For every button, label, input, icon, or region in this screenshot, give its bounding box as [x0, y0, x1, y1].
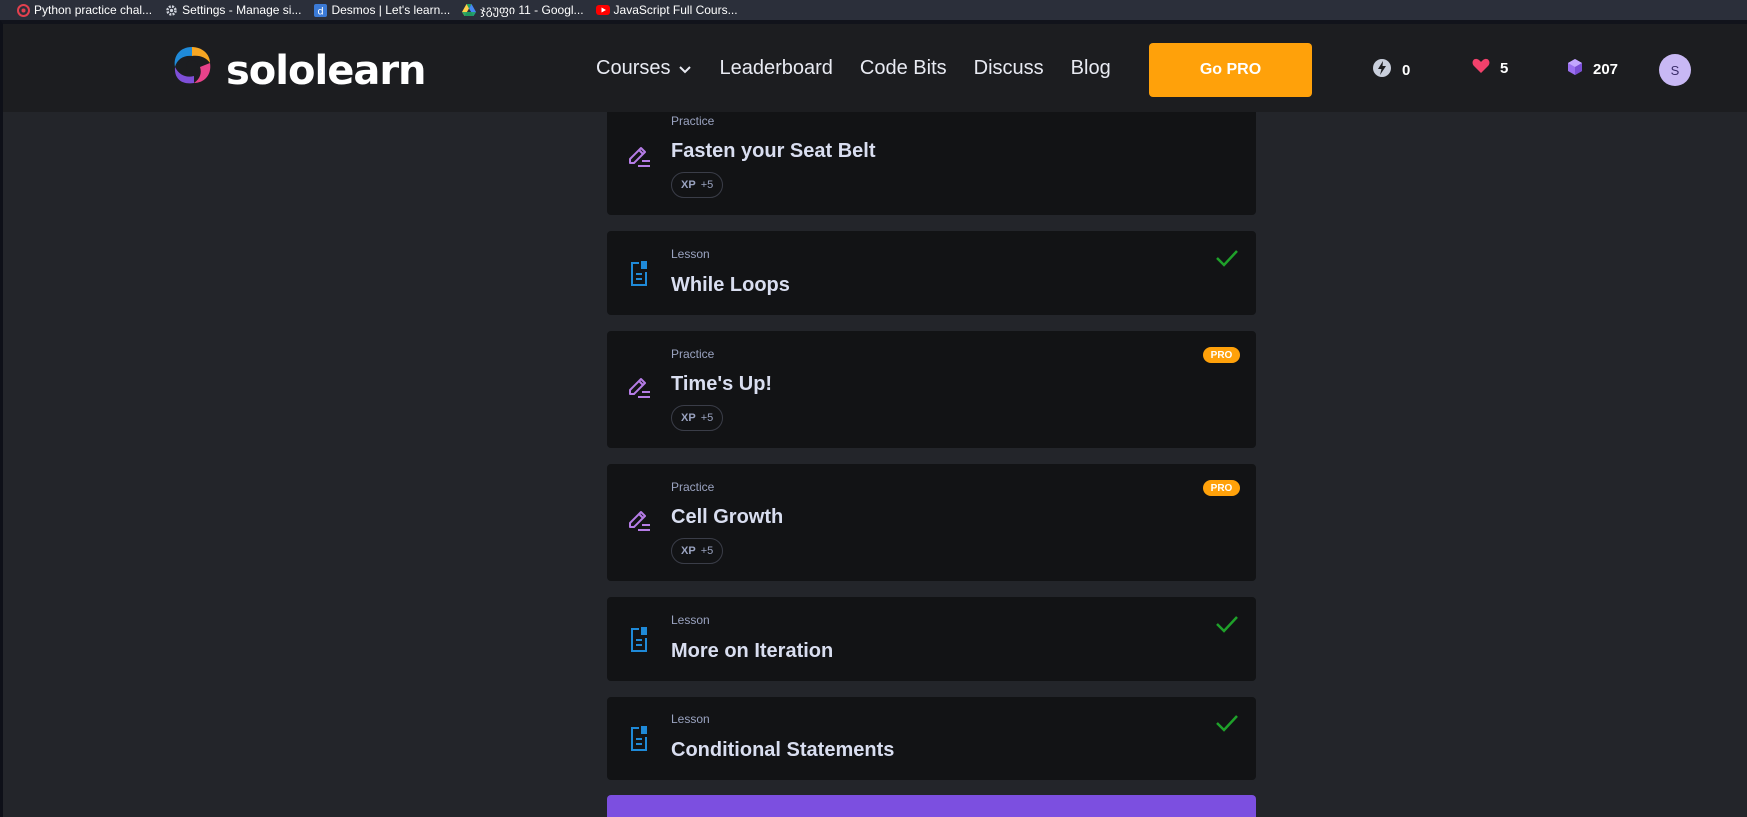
card-type-label: Lesson [671, 613, 710, 627]
hearts-counter[interactable]: 5 [1472, 58, 1508, 78]
xp-value: +5 [700, 179, 714, 191]
card-type-label: Practice [671, 480, 715, 494]
user-avatar[interactable]: S [1659, 54, 1691, 86]
xp-value: +5 [700, 545, 714, 557]
bookmark-settings[interactable]: Settings - Manage si... [164, 3, 301, 17]
practice-pencil-icon [626, 375, 652, 406]
svg-text:d: d [317, 6, 323, 17]
next-module-button[interactable] [607, 795, 1256, 817]
card-type-label: Practice [671, 347, 715, 361]
hearts-count: 5 [1500, 59, 1509, 77]
xp-badge: XP +5 [671, 172, 724, 198]
list-item-practice-fasten-seat-belt[interactable]: Practice Fasten your Seat Belt XP +5 [607, 100, 1256, 215]
lesson-document-icon [626, 259, 652, 292]
xp-label: XP [681, 545, 696, 557]
google-drive-icon [462, 3, 477, 17]
pro-badge: PRO [1203, 480, 1240, 496]
go-pro-button[interactable]: Go PRO [1149, 43, 1312, 97]
xp-value: +5 [700, 412, 714, 424]
nav-code-bits[interactable]: Code Bits [860, 57, 947, 80]
bookmark-desmos[interactable]: d Desmos | Let's learn... [313, 3, 450, 17]
bits-count: 207 [1593, 60, 1619, 78]
bookmarks-bar: Python practice chal... Settings - Manag… [0, 0, 1747, 20]
bookmark-label: JavaScript Full Cours... [613, 3, 738, 17]
card-title: More on Iteration [671, 640, 834, 662]
bookmark-google-drive[interactable]: ჯგუფი 11 - Googl... [462, 3, 584, 17]
list-item-lesson-conditional-statements[interactable]: Lesson Conditional Statements [607, 697, 1256, 780]
card-title: Time's Up! [671, 373, 773, 395]
card-title: Fasten your Seat Belt [671, 140, 876, 162]
practice-pencil-icon [626, 508, 652, 539]
nav-discuss[interactable]: Discuss [974, 57, 1044, 80]
practice-pencil-icon [626, 144, 652, 175]
streak-counter[interactable]: 0 [1372, 58, 1410, 82]
streak-count: 0 [1402, 61, 1411, 79]
sololearn-logo-icon [168, 43, 216, 98]
completed-check-icon [1215, 714, 1239, 737]
lightning-icon [1372, 58, 1392, 82]
chevron-down-icon [678, 57, 692, 80]
desmos-icon: d [313, 3, 327, 17]
card-title: Conditional Statements [671, 739, 895, 761]
card-type-label: Practice [671, 114, 715, 128]
list-item-lesson-while-loops[interactable]: Lesson While Loops [607, 231, 1256, 315]
bookmark-label: Settings - Manage si... [182, 3, 302, 17]
bookmark-javascript-course[interactable]: JavaScript Full Cours... [595, 3, 738, 17]
lesson-document-icon [626, 724, 652, 757]
card-title: Cell Growth [671, 506, 784, 528]
card-type-label: Lesson [671, 712, 710, 726]
bookmark-python-practice[interactable]: Python practice chal... [16, 3, 152, 17]
card-title: While Loops [671, 274, 790, 296]
bits-counter[interactable]: 207 [1567, 58, 1618, 80]
nav-courses[interactable]: Courses [596, 57, 692, 80]
card-type-label: Lesson [671, 247, 710, 261]
list-item-lesson-more-on-iteration[interactable]: Lesson More on Iteration [607, 597, 1256, 681]
nav-courses-label: Courses [596, 57, 671, 79]
list-item-practice-cell-growth[interactable]: Practice Cell Growth XP +5 PRO [607, 464, 1256, 581]
bookmark-label: Desmos | Let's learn... [331, 3, 451, 17]
xp-badge: XP +5 [671, 405, 724, 431]
completed-check-icon [1215, 249, 1239, 272]
bookmark-label: ჯგუფი 11 - Googl... [480, 3, 584, 17]
bookmark-label: Python practice chal... [34, 3, 153, 17]
heart-icon [1472, 58, 1490, 78]
xp-label: XP [681, 179, 696, 191]
python-challenge-icon [16, 3, 30, 17]
xp-badge: XP +5 [671, 538, 724, 564]
list-item-practice-times-up[interactable]: Practice Time's Up! XP +5 PRO [607, 331, 1256, 448]
nav-blog[interactable]: Blog [1071, 57, 1111, 80]
youtube-icon [595, 3, 610, 17]
nav-leaderboard[interactable]: Leaderboard [719, 57, 832, 80]
sololearn-logo[interactable]: sololearn [168, 43, 427, 98]
bits-cube-icon [1567, 58, 1583, 80]
logo-text: sololearn [226, 47, 427, 94]
pro-badge: PRO [1203, 347, 1240, 363]
xp-label: XP [681, 412, 696, 424]
main-nav: Courses Leaderboard Code Bits Discuss Bl… [596, 57, 1111, 80]
lesson-document-icon [626, 625, 652, 658]
gear-icon [164, 3, 178, 17]
completed-check-icon [1215, 615, 1239, 638]
